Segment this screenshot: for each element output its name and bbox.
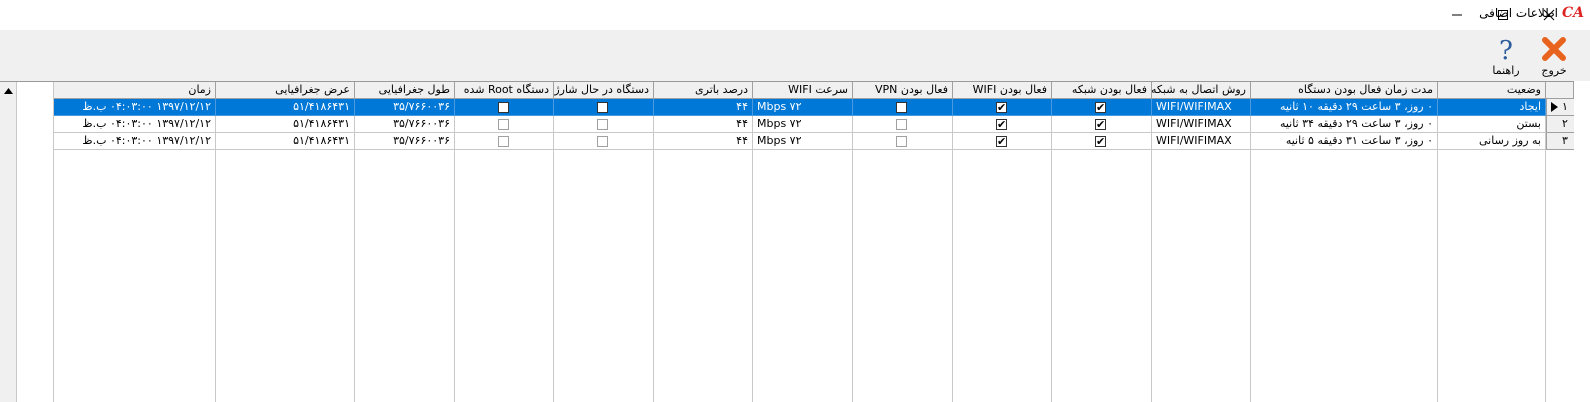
cell-wifi-active bbox=[953, 99, 1052, 116]
checkbox-charging[interactable] bbox=[597, 102, 608, 113]
current-row-arrow-icon bbox=[1551, 102, 1558, 112]
checkbox-wifi-active[interactable] bbox=[996, 134, 1007, 149]
cell-time: ۱۳۹۷/۱۲/۱۲ ۰۴:۰۳:۰۰ ب.ظ bbox=[54, 133, 216, 150]
cell-time: ۱۳۹۷/۱۲/۱۲ ۰۴:۰۳:۰۰ ب.ظ bbox=[54, 99, 216, 116]
checkbox-charging[interactable] bbox=[597, 136, 608, 147]
cell-wifi-speed: Mbps ۷۲ bbox=[753, 133, 853, 150]
cell-wifi-active bbox=[953, 133, 1052, 150]
header-latitude[interactable]: عرض جغرافیایی bbox=[216, 82, 355, 99]
cell-longitude: ۳۵/۷۶۶۰۰۳۶ bbox=[355, 133, 455, 150]
title-bar: اطلاعات اضافی CA bbox=[0, 0, 1590, 29]
table-row[interactable]: به روز رسانی ۰ روز، ۳ ساعت ۳۱ دقیقه ۵ ثا… bbox=[54, 133, 1574, 150]
cell-time: ۱۳۹۷/۱۲/۱۲ ۰۴:۰۳:۰۰ ب.ظ bbox=[54, 116, 216, 133]
header-wifi-active[interactable]: فعال بودن WIFI bbox=[953, 82, 1052, 99]
header-rooted[interactable]: دستگاه Root شده bbox=[455, 82, 554, 99]
svg-text:?: ? bbox=[1499, 36, 1513, 63]
table-row[interactable]: ایجاد ۰ روز، ۳ ساعت ۲۹ دقیقه ۱۰ ثانیه WI… bbox=[54, 99, 1574, 116]
cell-battery: ۴۴ bbox=[654, 116, 753, 133]
cell-uptime: ۰ روز، ۳ ساعت ۲۹ دقیقه ۱۰ ثانیه bbox=[1251, 99, 1438, 116]
cell-connection: WIFI/WIFIMAX bbox=[1152, 116, 1251, 133]
cell-uptime: ۰ روز، ۳ ساعت ۳۱ دقیقه ۵ ثانیه bbox=[1251, 133, 1438, 150]
header-status[interactable]: وضعیت bbox=[1438, 82, 1546, 99]
row-number: ۱ bbox=[1562, 100, 1568, 113]
cell-connection: WIFI/WIFIMAX bbox=[1152, 133, 1251, 150]
cell-latitude: ۵۱/۴۱۸۶۴۳۱ bbox=[216, 133, 355, 150]
cell-status: ایجاد bbox=[1438, 99, 1546, 116]
row-header-corner bbox=[1546, 82, 1574, 99]
scroll-up-button[interactable] bbox=[0, 82, 17, 99]
cell-rooted bbox=[455, 99, 554, 116]
checkbox-vpn-active[interactable] bbox=[896, 136, 907, 147]
window-title: اطلاعات اضافی bbox=[1479, 6, 1558, 20]
grid-empty-area bbox=[17, 82, 54, 402]
help-icon: ? bbox=[1499, 36, 1513, 63]
checkbox-rooted[interactable] bbox=[498, 119, 509, 130]
data-grid: وضعیت مدت زمان فعال بودن دستگاه روش اتصا… bbox=[0, 81, 1574, 402]
header-network-active[interactable]: فعال بودن شبکه bbox=[1052, 82, 1152, 99]
cell-rooted bbox=[455, 133, 554, 150]
cell-vpn-active bbox=[853, 116, 953, 133]
cell-vpn-active bbox=[853, 99, 953, 116]
checkbox-network-active[interactable] bbox=[1095, 134, 1106, 149]
help-label: راهنما bbox=[1492, 64, 1520, 77]
exit-button[interactable]: خروج bbox=[1537, 34, 1571, 78]
exit-icon bbox=[1542, 37, 1566, 61]
cell-network-active bbox=[1052, 116, 1152, 133]
cell-longitude: ۳۵/۷۶۶۰۰۳۶ bbox=[355, 116, 455, 133]
cell-battery: ۴۴ bbox=[654, 99, 753, 116]
header-connection[interactable]: روش اتصال به شبکه bbox=[1152, 82, 1251, 99]
cell-wifi-active bbox=[953, 116, 1052, 133]
minimize-icon bbox=[1452, 14, 1462, 15]
checkbox-charging[interactable] bbox=[597, 119, 608, 130]
cell-charging bbox=[554, 99, 654, 116]
help-button[interactable]: ? راهنما bbox=[1489, 34, 1523, 78]
cell-battery: ۴۴ bbox=[654, 133, 753, 150]
header-charging[interactable]: دستگاه در حال شارژ bbox=[554, 82, 654, 99]
header-time[interactable]: زمان bbox=[54, 82, 216, 99]
header-longitude[interactable]: طول جغرافیایی bbox=[355, 82, 455, 99]
header-uptime[interactable]: مدت زمان فعال بودن دستگاه bbox=[1251, 82, 1438, 99]
checkbox-vpn-active[interactable] bbox=[896, 102, 907, 113]
checkbox-network-active[interactable] bbox=[1095, 117, 1106, 132]
row-header[interactable]: ۳ bbox=[1546, 133, 1574, 150]
triangle-up-icon bbox=[4, 87, 13, 94]
cell-uptime: ۰ روز، ۳ ساعت ۲۹ دقیقه ۳۴ ثانیه bbox=[1251, 116, 1438, 133]
vertical-scrollbar[interactable] bbox=[0, 82, 17, 402]
cell-latitude: ۵۱/۴۱۸۶۴۳۱ bbox=[216, 116, 355, 133]
cell-network-active bbox=[1052, 133, 1152, 150]
cell-wifi-speed: Mbps ۷۲ bbox=[753, 99, 853, 116]
toolbar: خروج ? راهنما bbox=[0, 30, 1590, 81]
cell-status: به روز رسانی bbox=[1438, 133, 1546, 150]
checkbox-wifi-active[interactable] bbox=[996, 117, 1007, 132]
cell-latitude: ۵۱/۴۱۸۶۴۳۱ bbox=[216, 99, 355, 116]
app-logo-icon: CA bbox=[1561, 5, 1584, 21]
header-battery[interactable]: درصد باتری bbox=[654, 82, 753, 99]
cell-status: بستن bbox=[1438, 116, 1546, 133]
header-wifi-speed[interactable]: سرعت WIFI bbox=[753, 82, 853, 99]
cell-charging bbox=[554, 116, 654, 133]
row-header[interactable]: ۲ bbox=[1546, 116, 1574, 133]
checkbox-wifi-active[interactable] bbox=[996, 100, 1007, 115]
cell-rooted bbox=[455, 116, 554, 133]
cell-vpn-active bbox=[853, 133, 953, 150]
checkbox-rooted[interactable] bbox=[498, 136, 509, 147]
checkbox-network-active[interactable] bbox=[1095, 100, 1106, 115]
row-number: ۲ bbox=[1562, 117, 1568, 130]
checkbox-vpn-active[interactable] bbox=[896, 119, 907, 130]
cell-wifi-speed: Mbps ۷۲ bbox=[753, 116, 853, 133]
cell-network-active bbox=[1052, 99, 1152, 116]
table-row[interactable]: بستن ۰ روز، ۳ ساعت ۲۹ دقیقه ۳۴ ثانیه WIF… bbox=[54, 116, 1574, 133]
cell-longitude: ۳۵/۷۶۶۰۰۳۶ bbox=[355, 99, 455, 116]
row-header[interactable]: ۱ bbox=[1546, 99, 1574, 116]
minimize-button[interactable] bbox=[1434, 0, 1480, 29]
exit-label: خروج bbox=[1541, 64, 1567, 77]
cell-charging bbox=[554, 133, 654, 150]
cell-connection: WIFI/WIFIMAX bbox=[1152, 99, 1251, 116]
checkbox-rooted[interactable] bbox=[498, 102, 509, 113]
header-vpn-active[interactable]: فعال بودن VPN bbox=[853, 82, 953, 99]
row-number: ۳ bbox=[1562, 134, 1568, 147]
